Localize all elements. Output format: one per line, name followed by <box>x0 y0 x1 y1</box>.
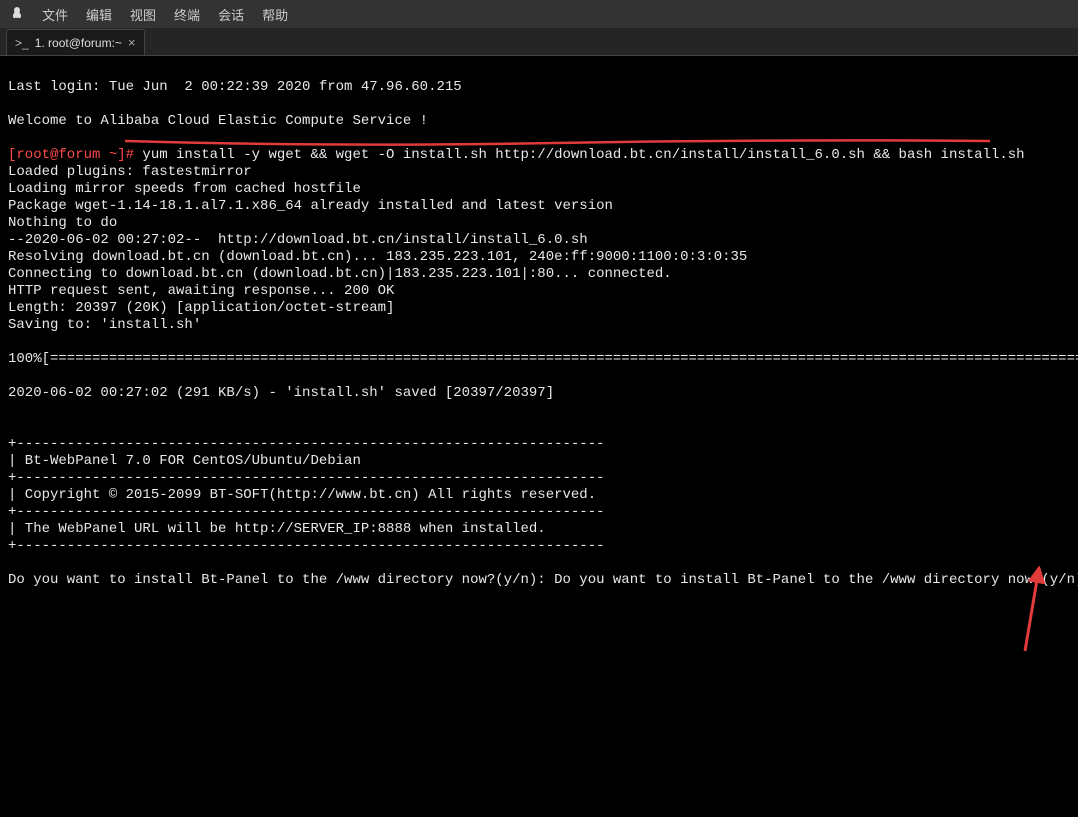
menu-bar: 文件 编辑 视图 终端 会话 帮助 <box>0 0 1078 28</box>
annotation-underline <box>125 137 990 151</box>
menu-session[interactable]: 会话 <box>218 5 244 24</box>
menu-terminal[interactable]: 终端 <box>174 5 200 24</box>
close-icon[interactable]: × <box>128 35 136 50</box>
terminal-output: Loaded plugins: fastestmirror Loading mi… <box>8 164 1070 589</box>
shell-prompt: [root@forum ~]# <box>8 147 142 163</box>
terminal-icon: >_ <box>15 36 29 50</box>
menu-file[interactable]: 文件 <box>42 5 68 24</box>
tab-bar: >_ 1. root@forum:~ × <box>0 28 1078 56</box>
welcome-line: Welcome to Alibaba Cloud Elastic Compute… <box>8 113 428 129</box>
menu-view[interactable]: 视图 <box>130 5 156 24</box>
penguin-icon <box>10 6 24 23</box>
tab-title: 1. root@forum:~ <box>35 36 122 50</box>
menu-edit[interactable]: 编辑 <box>86 5 112 24</box>
last-login-line: Last login: Tue Jun 2 00:22:39 2020 from… <box>8 79 462 95</box>
terminal-area[interactable]: Last login: Tue Jun 2 00:22:39 2020 from… <box>0 56 1078 697</box>
tab-terminal-1[interactable]: >_ 1. root@forum:~ × <box>6 29 145 55</box>
menu-help[interactable]: 帮助 <box>262 5 288 24</box>
